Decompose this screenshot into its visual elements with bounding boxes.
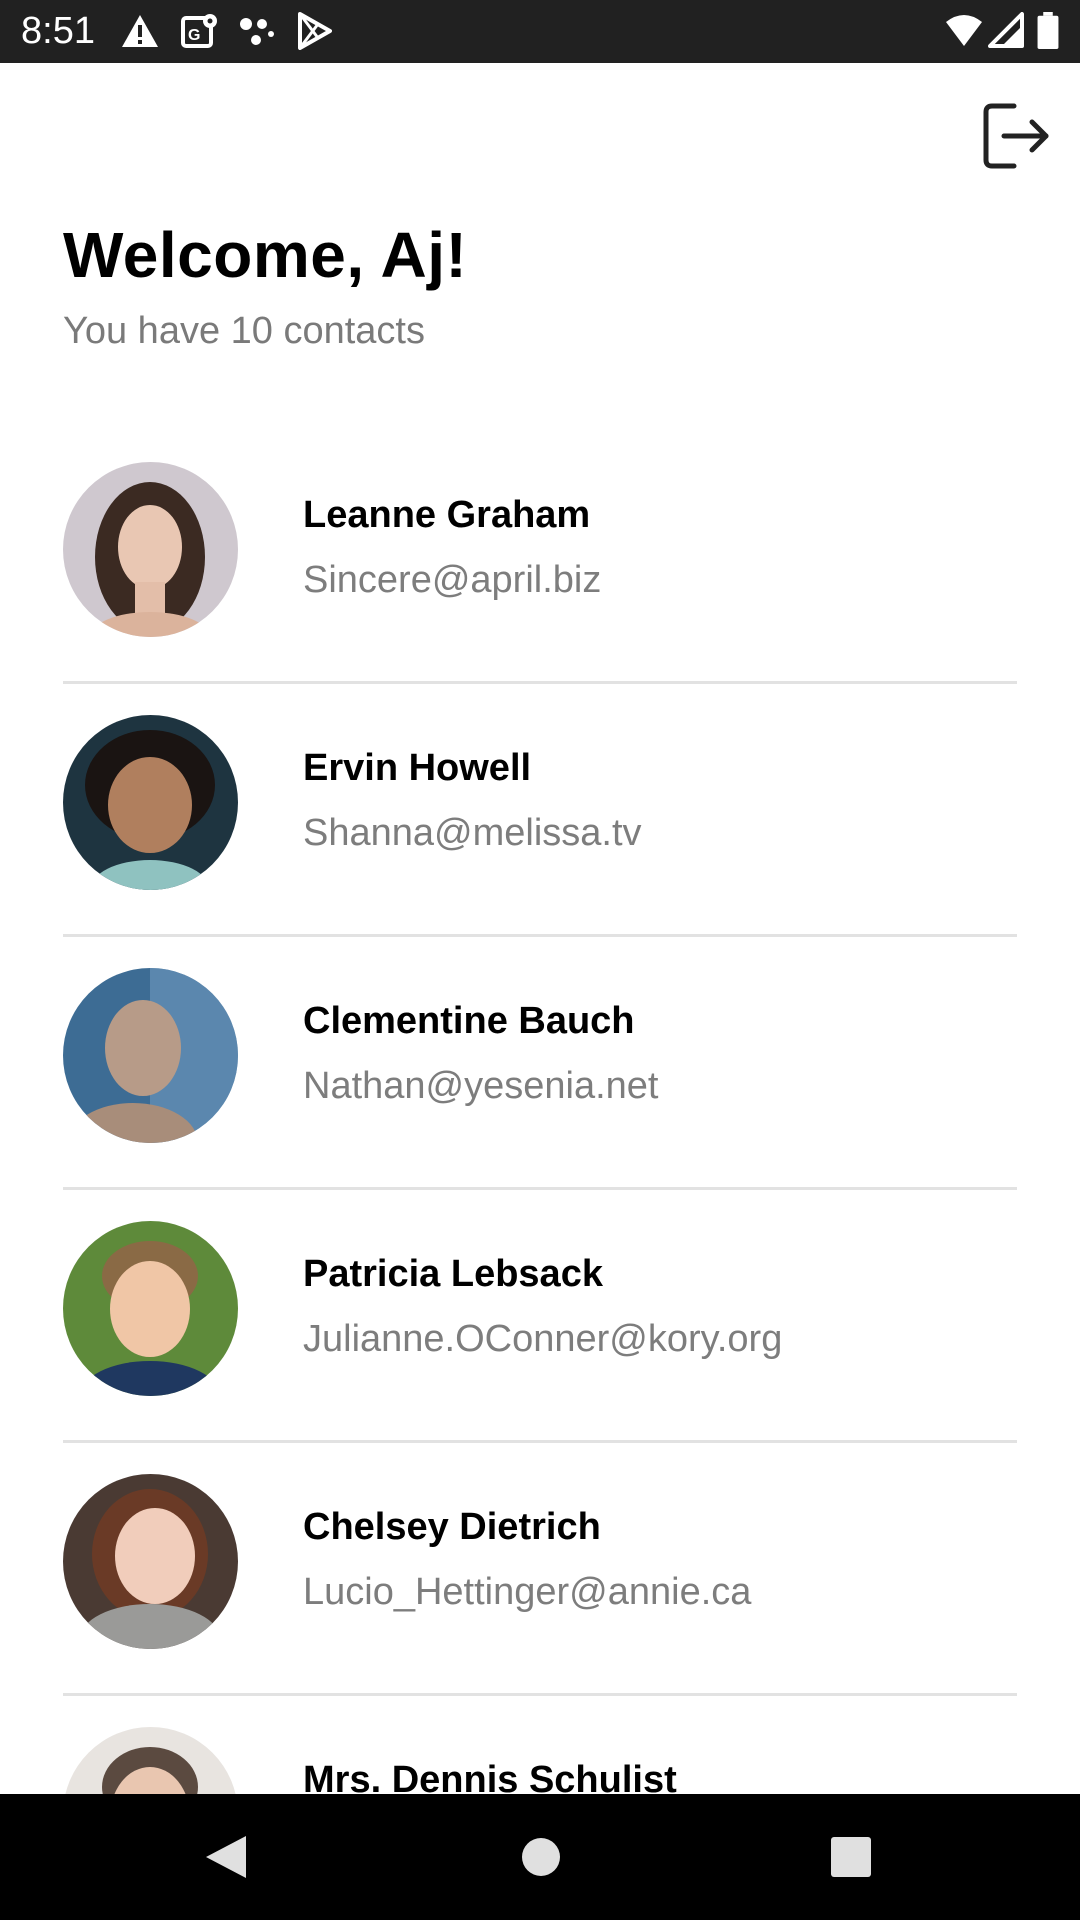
navigation-bar [0, 1794, 1080, 1920]
avatar [63, 1727, 238, 1794]
dots-icon [240, 18, 274, 45]
status-bar: 8:51 G [0, 0, 1080, 63]
contact-name: Chelsey Dietrich [303, 1506, 601, 1548]
contact-item[interactable]: Clementine Bauch Nathan@yesenia.net [0, 937, 1080, 1190]
logout-button[interactable] [980, 100, 1052, 172]
logout-icon [983, 103, 1049, 169]
avatar [63, 715, 238, 890]
back-icon[interactable] [204, 1834, 248, 1880]
avatar [63, 968, 238, 1143]
contact-name: Leanne Graham [303, 494, 591, 536]
home-icon[interactable] [521, 1837, 561, 1877]
contacts-list[interactable]: Leanne Graham Sincere@april.biz Ervin Ho… [0, 431, 1080, 1794]
contact-email: Nathan@yesenia.net [303, 1065, 659, 1107]
wifi-icon [946, 15, 982, 46]
contact-email: Sincere@april.biz [303, 559, 602, 601]
contact-email: Julianne.OConner@kory.org [303, 1318, 783, 1360]
avatar [63, 1221, 238, 1396]
avatar [63, 462, 238, 637]
contact-item[interactable]: Ervin Howell Shanna@melissa.tv [0, 684, 1080, 937]
signal-icon [988, 12, 1024, 48]
play-store-icon [298, 12, 332, 50]
battery-icon [1037, 12, 1059, 50]
contact-name: Ervin Howell [303, 747, 532, 789]
contact-item[interactable]: Patricia Lebsack Julianne.OConner@kory.o… [0, 1190, 1080, 1443]
contact-email: Lucio_Hettinger@annie.ca [303, 1571, 752, 1613]
contact-item[interactable]: Leanne Graham Sincere@april.biz [0, 431, 1080, 684]
page-title: Welcome, Aj! [63, 219, 468, 291]
gps-icon: G [181, 14, 217, 48]
contact-name: Clementine Bauch [303, 1000, 635, 1042]
contact-item[interactable]: Chelsey Dietrich Lucio_Hettinger@annie.c… [0, 1443, 1080, 1696]
contact-item[interactable]: Mrs. Dennis Schulist [0, 1696, 1080, 1794]
contact-name: Patricia Lebsack [303, 1253, 603, 1295]
svg-text:G: G [188, 27, 200, 44]
contacts-count: You have 10 contacts [63, 310, 425, 352]
status-time: 8:51 [21, 10, 95, 52]
avatar [63, 1474, 238, 1649]
recents-icon[interactable] [831, 1837, 871, 1877]
contact-name: Mrs. Dennis Schulist [303, 1759, 677, 1794]
warning-icon [122, 15, 158, 47]
contact-email: Shanna@melissa.tv [303, 812, 642, 854]
